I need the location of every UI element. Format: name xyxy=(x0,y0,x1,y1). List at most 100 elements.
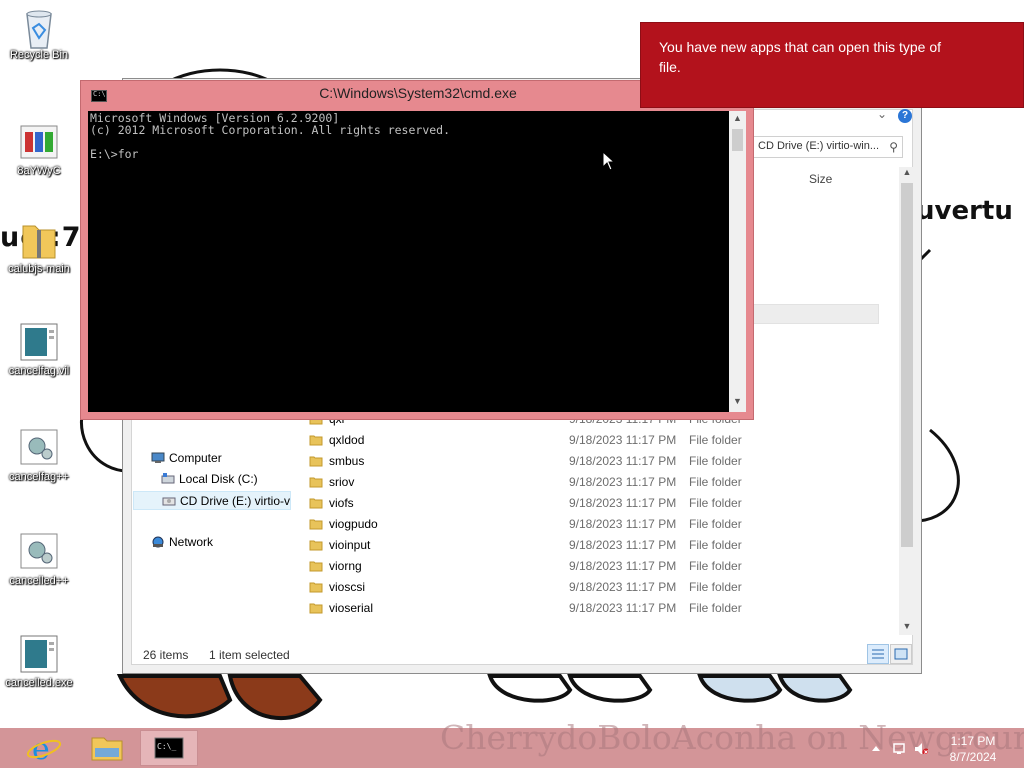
desktop-icon-label: cancelled.exe xyxy=(5,677,73,689)
desktop-icon-cancelled-exe[interactable]: cancelled.exe xyxy=(2,634,76,689)
taskbar-file-explorer-button[interactable] xyxy=(78,730,136,766)
desktop-icon-cancelled-pp[interactable]: cancelled++ xyxy=(2,532,76,587)
folder-icon xyxy=(309,540,323,551)
row-date: 9/18/2023 11:17 PM xyxy=(569,475,677,489)
console-vertical-scrollbar[interactable]: ▲ ▼ xyxy=(729,111,746,412)
explorer-vertical-scrollbar[interactable]: ▲ ▼ xyxy=(899,167,915,635)
folder-icon xyxy=(309,603,323,614)
row-date: 9/18/2023 11:17 PM xyxy=(569,538,677,552)
nav-item-label: Local Disk (C:) xyxy=(179,472,258,486)
svg-text:C:\_: C:\_ xyxy=(157,742,176,751)
row-date: 9/18/2023 11:17 PM xyxy=(569,517,677,531)
nav-item-cd-drive[interactable]: CD Drive (E:) virtio-v xyxy=(133,491,291,510)
table-row[interactable]: viofs 9/18/2023 11:17 PM File folder xyxy=(307,493,767,514)
system-clock[interactable]: 1:17 PM 8/7/2024 xyxy=(940,733,1006,765)
row-date: 9/18/2023 11:17 PM xyxy=(569,496,677,510)
row-name: vioserial xyxy=(329,601,374,615)
desktop-icon-cancelfag-pp[interactable]: cancelfag++ xyxy=(2,428,76,483)
desktop-icon-cancelfag-vil[interactable]: cancelfag.vil xyxy=(2,322,76,377)
row-date: 9/18/2023 11:17 PM xyxy=(569,580,677,594)
table-row[interactable]: smbus 9/18/2023 11:17 PM File folder xyxy=(307,451,767,472)
nav-item-local-disk[interactable]: Local Disk (C:) xyxy=(159,470,258,489)
row-name: vioscsi xyxy=(329,580,366,594)
table-row[interactable]: vioserial 9/18/2023 11:17 PM File folder xyxy=(307,598,767,619)
zip-folder-icon xyxy=(17,220,61,260)
row-name: smbus xyxy=(329,454,365,468)
network-icon xyxy=(152,536,164,548)
nav-item-label: Computer xyxy=(169,451,222,465)
details-view-icon xyxy=(872,649,884,659)
large-icons-view-button[interactable] xyxy=(890,644,912,664)
folder-icon xyxy=(309,519,323,530)
nav-item-computer[interactable]: Computer xyxy=(149,449,222,468)
scroll-down-arrow-icon[interactable]: ▼ xyxy=(729,396,746,410)
row-date: 9/18/2023 11:17 PM xyxy=(569,601,677,615)
desktop-icon-calubjs-main[interactable]: calubjs-main xyxy=(2,220,76,275)
help-icon[interactable]: ? xyxy=(898,109,912,123)
row-type: File folder xyxy=(689,559,742,573)
folder-icon xyxy=(309,561,323,572)
settings-app-icon xyxy=(17,532,61,572)
command-prompt-icon: C:\_ xyxy=(154,737,184,759)
console-input-line[interactable]: E:\>for xyxy=(90,148,727,160)
desktop-icon-label: 8aYWyC xyxy=(17,165,61,177)
cd-drive-icon xyxy=(162,497,176,506)
scroll-down-arrow-icon[interactable]: ▼ xyxy=(899,621,915,635)
row-type: File folder xyxy=(689,454,742,468)
desktop-icon-label: calubjs-main xyxy=(8,263,70,275)
table-row[interactable]: sriov 9/18/2023 11:17 PM File folder xyxy=(307,472,767,493)
volume-muted-icon[interactable] xyxy=(914,742,928,754)
console-output[interactable]: Microsoft Windows [Version 6.2.9200] (c)… xyxy=(88,111,729,412)
internet-explorer-icon: e xyxy=(26,732,62,767)
desktop-icon-8aywyc[interactable]: 8aYWyC xyxy=(2,122,76,177)
taskbar-internet-explorer-button[interactable]: e xyxy=(16,730,74,767)
details-view-button[interactable] xyxy=(867,644,889,664)
nav-item-network[interactable]: Network xyxy=(149,533,213,552)
show-hidden-icons-icon[interactable] xyxy=(870,742,884,754)
row-type: File folder xyxy=(689,580,742,594)
svg-text:e: e xyxy=(32,732,50,766)
folder-icon xyxy=(309,582,323,593)
desktop-icon-label: cancelfag++ xyxy=(9,471,69,483)
row-date: 9/18/2023 11:17 PM xyxy=(569,433,677,447)
search-input[interactable]: CD Drive (E:) virtio-win... ⚲ xyxy=(751,136,903,158)
large-icons-view-icon xyxy=(894,648,908,660)
desktop-icon-label: cancelfag.vil xyxy=(8,365,70,377)
row-type: File folder xyxy=(689,601,742,615)
status-selection: 1 item selected xyxy=(209,648,290,662)
table-row[interactable]: viorng 9/18/2023 11:17 PM File folder xyxy=(307,556,767,577)
recycle-bin-icon xyxy=(17,6,61,49)
search-input-text: CD Drive (E:) virtio-win... xyxy=(758,140,880,152)
row-date: 9/18/2023 11:17 PM xyxy=(569,454,677,468)
network-status-icon[interactable] xyxy=(892,742,906,754)
table-row[interactable]: vioscsi 9/18/2023 11:17 PM File folder xyxy=(307,577,767,598)
desktop-icon-recycle-bin[interactable]: Recycle Bin xyxy=(2,6,76,61)
search-icon: ⚲ xyxy=(889,140,898,154)
taskbar-command-prompt-button[interactable]: C:\_ xyxy=(140,730,198,766)
scroll-up-arrow-icon[interactable]: ▲ xyxy=(729,113,746,127)
folder-icon xyxy=(309,456,323,467)
scrollbar-thumb[interactable] xyxy=(732,129,743,151)
column-header-size[interactable]: Size xyxy=(809,172,832,186)
table-row[interactable]: vioinput 9/18/2023 11:17 PM File folder xyxy=(307,535,767,556)
toast-notification[interactable]: You have new apps that can open this typ… xyxy=(640,22,1024,108)
console-line: (c) 2012 Microsoft Corporation. All righ… xyxy=(90,123,451,137)
folder-icon xyxy=(309,435,323,446)
row-name: qxldod xyxy=(329,433,365,447)
row-name: sriov xyxy=(329,475,355,489)
desktop-icon-label: Recycle Bin xyxy=(9,49,69,61)
command-prompt-window[interactable]: C:\ C:\Windows\System32\cmd.exe Microsof… xyxy=(80,80,754,420)
row-name: viofs xyxy=(329,496,354,510)
table-row[interactable]: viogpudo 9/18/2023 11:17 PM File folder xyxy=(307,514,767,535)
row-date: 9/18/2023 11:17 PM xyxy=(569,559,677,573)
scroll-up-arrow-icon[interactable]: ▲ xyxy=(899,167,915,181)
row-type: File folder xyxy=(689,517,742,531)
clock-date: 8/7/2024 xyxy=(949,750,997,764)
chevron-down-icon[interactable]: ⌄ xyxy=(877,107,887,121)
row-name: vioinput xyxy=(329,538,371,552)
nav-item-label: CD Drive (E:) virtio-v xyxy=(180,494,290,508)
scrollbar-thumb[interactable] xyxy=(901,183,913,547)
local-disk-icon xyxy=(161,473,175,484)
row-name: viorng xyxy=(329,559,362,573)
table-row[interactable]: qxldod 9/18/2023 11:17 PM File folder xyxy=(307,430,767,451)
